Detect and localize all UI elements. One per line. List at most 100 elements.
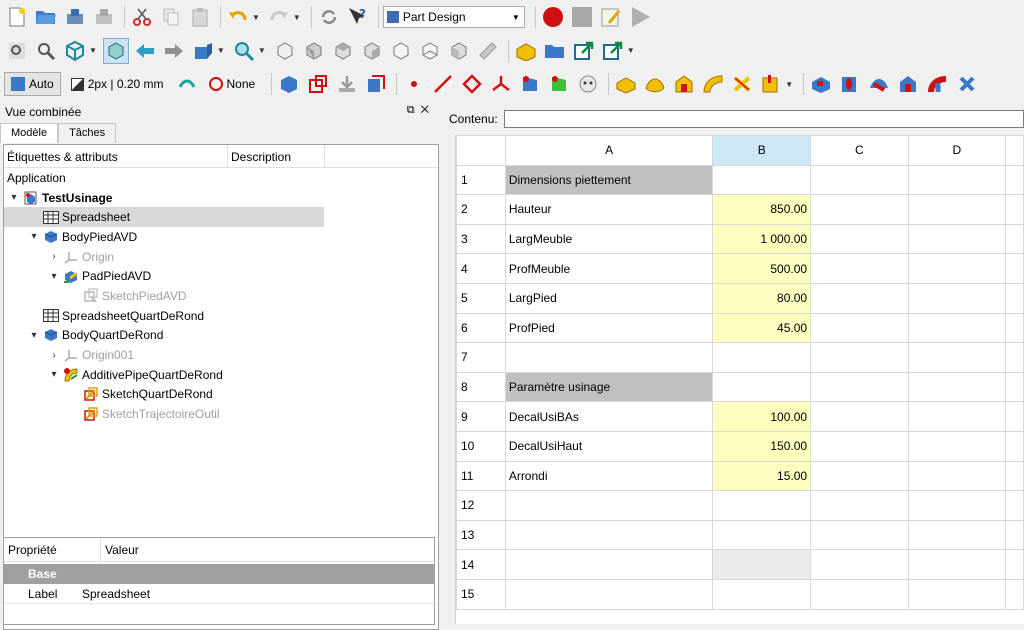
measure-icon[interactable] [475, 38, 501, 64]
pocket-icon[interactable] [808, 71, 834, 97]
clone-icon[interactable] [363, 71, 389, 97]
cell-d[interactable] [907, 253, 1007, 284]
cell-a[interactable]: DecalUsiBAs [504, 401, 714, 432]
tree-item[interactable]: › Origin [4, 247, 438, 267]
create-sketch-icon[interactable] [305, 71, 331, 97]
column-header-a[interactable]: A [504, 135, 714, 166]
revolution-icon[interactable] [642, 71, 668, 97]
draw-style-button[interactable]: Auto [4, 72, 61, 96]
line-width-button[interactable]: 2px | 0.20 mm [67, 72, 168, 96]
view-bottom-icon[interactable] [417, 38, 443, 64]
tree-item[interactable]: SketchPiedAVD [4, 286, 438, 306]
tree-item[interactable]: Application [4, 168, 438, 188]
view-left-icon[interactable] [446, 38, 472, 64]
cell-a[interactable]: ProfMeuble [504, 253, 714, 284]
cell-a[interactable]: DecalUsiHaut [504, 430, 714, 462]
back-arrow-icon[interactable] [132, 38, 158, 64]
link-actions-icon[interactable] [600, 38, 626, 64]
new-document-icon[interactable] [4, 4, 30, 30]
cell-b[interactable]: 500.00 [712, 253, 812, 284]
sub-shape-binder-icon[interactable] [517, 71, 543, 97]
cell-c[interactable] [810, 401, 909, 432]
column-header-d[interactable]: D [907, 135, 1007, 166]
cell-e[interactable] [1005, 164, 1024, 196]
content-input[interactable] [503, 110, 1024, 128]
std-views-dropdown-icon[interactable]: ▼ [89, 46, 97, 55]
row-header[interactable]: 9 [456, 401, 506, 432]
cell-a[interactable]: LargPied [504, 282, 714, 314]
cell-c[interactable] [810, 549, 909, 580]
corner-cell[interactable] [456, 135, 506, 166]
shape-binder-icon[interactable] [334, 71, 360, 97]
whats-this-icon[interactable]: ? [345, 4, 371, 30]
cell-a[interactable]: ProfPied [504, 312, 714, 344]
cell-e[interactable] [1005, 371, 1024, 403]
row-header[interactable]: 10 [456, 430, 506, 462]
cell-b[interactable] [712, 549, 812, 580]
redo-dropdown-icon[interactable]: ▼ [293, 13, 301, 22]
cell-a[interactable] [504, 549, 714, 580]
additive-dropdown-icon[interactable]: ▼ [785, 80, 793, 89]
hole-icon[interactable] [837, 71, 863, 97]
tab-tasks[interactable]: Tâches [58, 123, 117, 143]
cell-e[interactable] [1005, 253, 1024, 284]
zoom-icon[interactable] [231, 38, 257, 64]
open-folder-icon[interactable] [33, 4, 59, 30]
link-icon[interactable] [571, 38, 597, 64]
view-top-icon[interactable] [330, 38, 356, 64]
record-macro-icon[interactable] [540, 4, 566, 30]
cell-e[interactable] [1005, 194, 1024, 225]
row-header[interactable]: 1 [456, 164, 506, 196]
cell-c[interactable] [810, 312, 909, 344]
expand-arrow-icon[interactable]: ▾ [48, 369, 60, 380]
cell-b[interactable]: 45.00 [712, 312, 812, 344]
expand-arrow-icon[interactable]: ▾ [8, 192, 20, 203]
cell-b[interactable] [712, 342, 812, 373]
cell-e[interactable] [1005, 460, 1024, 492]
cell-d[interactable] [907, 519, 1007, 551]
cell-c[interactable] [810, 164, 909, 196]
cell-d[interactable] [907, 194, 1007, 225]
cell-c[interactable] [810, 282, 909, 314]
cell-c[interactable] [810, 519, 909, 551]
additive-pipe-icon[interactable] [700, 71, 726, 97]
cell-d[interactable] [907, 430, 1007, 462]
panel-float-close-buttons[interactable]: ⧉✕ [407, 104, 435, 117]
subtractive-loft-icon[interactable] [895, 71, 921, 97]
row-header[interactable]: 11 [456, 460, 506, 492]
cell-e[interactable] [1005, 223, 1024, 255]
cell-b[interactable]: 850.00 [712, 194, 812, 225]
cut-icon[interactable] [129, 4, 155, 30]
cell-d[interactable] [907, 460, 1007, 492]
collapse-arrow-icon[interactable]: › [48, 350, 60, 361]
additive-primitive-icon[interactable] [758, 71, 784, 97]
cell-e[interactable] [1005, 430, 1024, 462]
view-box-icon[interactable] [190, 38, 216, 64]
expand-arrow-icon[interactable]: ▾ [48, 271, 60, 282]
tree-item[interactable]: SpreadsheetQuartDeRond [4, 306, 438, 326]
cell-d[interactable] [907, 164, 1007, 196]
tree-item[interactable]: ▾ AdditivePipeQuartDeRond [4, 365, 438, 385]
tab-model[interactable]: Modèle [0, 123, 59, 143]
sub-binder-green-icon[interactable] [546, 71, 572, 97]
subtractive-pipe-icon[interactable] [924, 71, 950, 97]
tree-item[interactable]: ▾ BodyQuartDeRond [4, 326, 438, 346]
cell-e[interactable] [1005, 490, 1024, 521]
isometric-view-icon[interactable] [62, 38, 88, 64]
cell-c[interactable] [810, 490, 909, 521]
cell-e[interactable] [1005, 401, 1024, 432]
forward-arrow-icon[interactable] [161, 38, 187, 64]
column-header-c[interactable]: C [810, 135, 909, 166]
view-iso-icon[interactable] [272, 38, 298, 64]
copy-icon[interactable] [158, 4, 184, 30]
subtractive-helix-icon[interactable] [953, 71, 979, 97]
row-header[interactable]: 13 [456, 519, 506, 551]
paste-icon[interactable] [187, 4, 213, 30]
cell-e[interactable] [1005, 519, 1024, 551]
tree-item[interactable]: › Origin001 [4, 345, 438, 365]
cell-d[interactable] [907, 371, 1007, 403]
row-header[interactable]: 15 [456, 578, 506, 610]
groove-icon[interactable] [866, 71, 892, 97]
cell-b[interactable] [712, 371, 812, 403]
fit-all-icon[interactable] [4, 38, 30, 64]
